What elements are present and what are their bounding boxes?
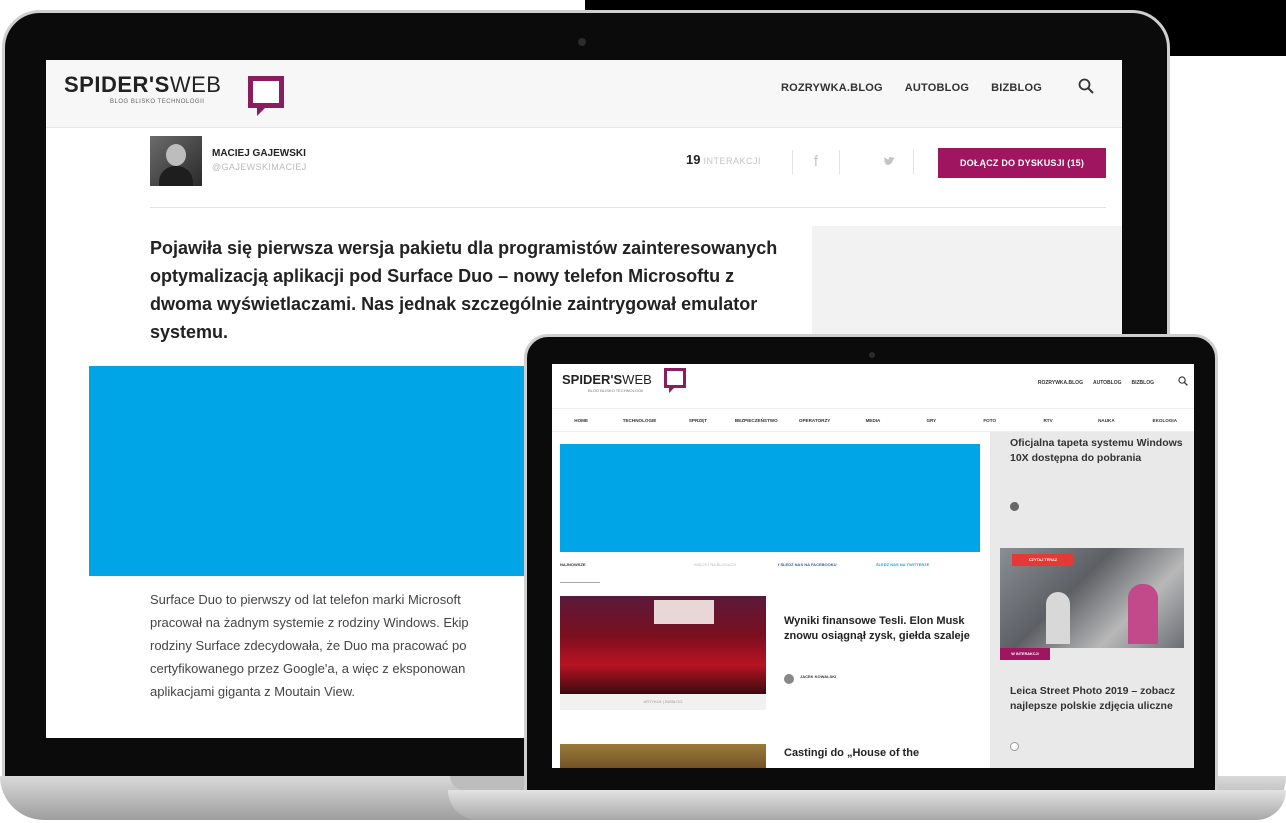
- nav-autoblog[interactable]: AUTOBLOG: [905, 82, 969, 94]
- category-rtv[interactable]: RTV: [1019, 418, 1077, 423]
- newest-tab[interactable]: NAJNOWSZE: [560, 562, 586, 567]
- category-sprzet[interactable]: SPRZĘT: [669, 418, 727, 423]
- mini-nav-autoblog[interactable]: AUTOBLOG: [1093, 380, 1122, 386]
- sidebar-placeholder: [812, 226, 1122, 346]
- read-now-badge[interactable]: CZYTAJ TERAZ: [1012, 554, 1074, 566]
- mini-search-icon[interactable]: [1178, 376, 1188, 386]
- more-blogs-link[interactable]: WIĘCEJ NA BLOGACH: [694, 562, 736, 567]
- article-author-name[interactable]: JACEK KOWALSKI: [800, 674, 836, 679]
- author-avatar[interactable]: [150, 136, 202, 186]
- category-ekologia[interactable]: EKOLOGIA: [1136, 418, 1194, 423]
- nav-rozrywka-blog[interactable]: ROZRYWKA.BLOG: [781, 82, 883, 94]
- author-handle[interactable]: @GAJEWSKIMACIEJ: [212, 162, 307, 172]
- feed-strip: NAJNOWSZE WIĘCEJ NA BLOGACH f ŚLEDŹ NAS …: [560, 560, 980, 574]
- body-line: rodziny Surface zdecydowała, że Duo ma p…: [150, 638, 467, 653]
- follow-twitter-link[interactable]: ŚLEDŹ NAS NA TWITTERZE: [876, 562, 929, 567]
- mini-logo-bold: SPIDER'S: [562, 372, 623, 387]
- sidebar-author-avatar[interactable]: [1010, 502, 1019, 511]
- small-laptop-screen: SPIDER'SWEB BLOG BLISKO TECHNOLOGII ROZR…: [552, 364, 1194, 768]
- mini-logo-bubble-icon: [664, 368, 686, 393]
- hero-ad-placeholder: [89, 366, 559, 576]
- small-laptop-base: [448, 790, 1286, 820]
- body-line: pracował na żadnym systemie z rodziny Wi…: [150, 615, 469, 630]
- facebook-share-icon[interactable]: f: [792, 150, 840, 174]
- join-discussion-button[interactable]: DOŁĄCZ DO DYSKUSJI (15): [938, 148, 1106, 178]
- mini-top-nav: ROZRYWKA.BLOG AUTOBLOG BIZBLOG: [1038, 380, 1154, 386]
- mini-nav-bizblog[interactable]: BIZBLOG: [1132, 380, 1155, 386]
- sidebar-article-title[interactable]: Leica Street Photo 2019 – zobacz najleps…: [1010, 684, 1186, 714]
- mini-logo-light: WEB: [622, 372, 652, 387]
- mini-hero-ad-placeholder: [560, 444, 980, 552]
- device-mockup-stage: SPIDER'SWEB BLOG BLISKO TECHNOLOGII ROZR…: [0, 0, 1286, 823]
- logo-bubble-icon: [248, 76, 284, 116]
- laptop-camera: [578, 38, 586, 46]
- small-laptop-camera: [869, 352, 875, 358]
- article-title[interactable]: Castingi do „House of the: [784, 746, 970, 761]
- logo-light: WEB: [169, 72, 222, 97]
- interactions-label: INTERAKCJI: [703, 156, 761, 166]
- article-thumbnail-caption: ARTYKUŁ | BIZBLOG: [560, 694, 766, 710]
- category-nauka[interactable]: NAUKA: [1077, 418, 1135, 423]
- category-technologie[interactable]: TECHNOLOGIE: [610, 418, 668, 423]
- category-bezpieczenstwo[interactable]: BEZPIECZEŃSTWO: [727, 418, 785, 423]
- site-logo[interactable]: SPIDER'SWEB BLOG BLISKO TECHNOLOGII: [64, 72, 284, 116]
- author-bar: MACIEJ GAJEWSKI @GAJEWSKIMACIEJ 19 INTERA…: [150, 132, 1106, 208]
- article-title[interactable]: Wyniki finansowe Tesli. Elon Musk znowu …: [784, 614, 970, 644]
- photo-figure: [1128, 584, 1158, 644]
- body-line: aplikacjami giganta z Moutain View.: [150, 684, 355, 699]
- nav-bizblog[interactable]: BIZBLOG: [991, 82, 1042, 94]
- interactions-count: 19: [686, 152, 701, 167]
- mini-nav-rozrywka-blog[interactable]: ROZRYWKA.BLOG: [1038, 380, 1083, 386]
- article-body: Surface Duo to pierwszy od lat telefon m…: [150, 588, 570, 703]
- article-thumbnail[interactable]: [560, 744, 766, 768]
- photo-figure: [1046, 592, 1070, 644]
- category-foto[interactable]: FOTO: [961, 418, 1019, 423]
- author-name[interactable]: MACIEJ GAJEWSKI: [212, 148, 306, 159]
- twitter-bird-icon: [883, 156, 895, 165]
- category-gry[interactable]: GRY: [902, 418, 960, 423]
- mini-site-header: SPIDER'SWEB BLOG BLISKO TECHNOLOGII ROZR…: [552, 364, 1194, 404]
- category-media[interactable]: MEDIA: [844, 418, 902, 423]
- category-operatorzy[interactable]: OPERATORZY: [785, 418, 843, 423]
- body-line: Surface Duo to pierwszy od lat telefon m…: [150, 592, 461, 607]
- top-nav: ROZRYWKA.BLOG AUTOBLOG BIZBLOG: [781, 82, 1042, 94]
- search-icon[interactable]: [1078, 78, 1094, 94]
- site-header: SPIDER'SWEB BLOG BLISKO TECHNOLOGII ROZR…: [46, 60, 1122, 128]
- interactions-counter: 19 INTERAKCJI: [686, 152, 761, 167]
- article-lead: Pojawiła się pierwsza wersja pakietu dla…: [150, 238, 778, 342]
- mini-logo-tagline: BLOG BLISKO TECHNOLOGII: [588, 388, 644, 393]
- sidebar-author-avatar[interactable]: [1010, 742, 1019, 751]
- active-tab-underline: [560, 582, 600, 583]
- article-author-avatar[interactable]: [784, 674, 794, 684]
- logo-tagline: BLOG BLISKO TECHNOLOGII: [110, 99, 205, 105]
- article-thumbnail[interactable]: [560, 596, 766, 694]
- category-home[interactable]: HOME: [552, 418, 610, 423]
- logo-bold: SPIDER'S: [64, 72, 170, 97]
- mini-site-logo[interactable]: SPIDER'SWEB: [562, 372, 652, 387]
- interaction-badge: W INTERAKCJI: [1000, 648, 1050, 660]
- body-line: certyfikowanego przez Google'a, a więc z…: [150, 661, 466, 676]
- twitter-share-icon[interactable]: [866, 150, 914, 174]
- follow-facebook-link[interactable]: f ŚLEDŹ NAS NA FACEBOOKU: [778, 562, 837, 567]
- category-nav: HOME TECHNOLOGIE SPRZĘT BEZPIECZEŃSTWO O…: [552, 408, 1194, 432]
- sidebar-article-title[interactable]: Oficjalna tapeta systemu Windows 10X dos…: [1010, 436, 1186, 466]
